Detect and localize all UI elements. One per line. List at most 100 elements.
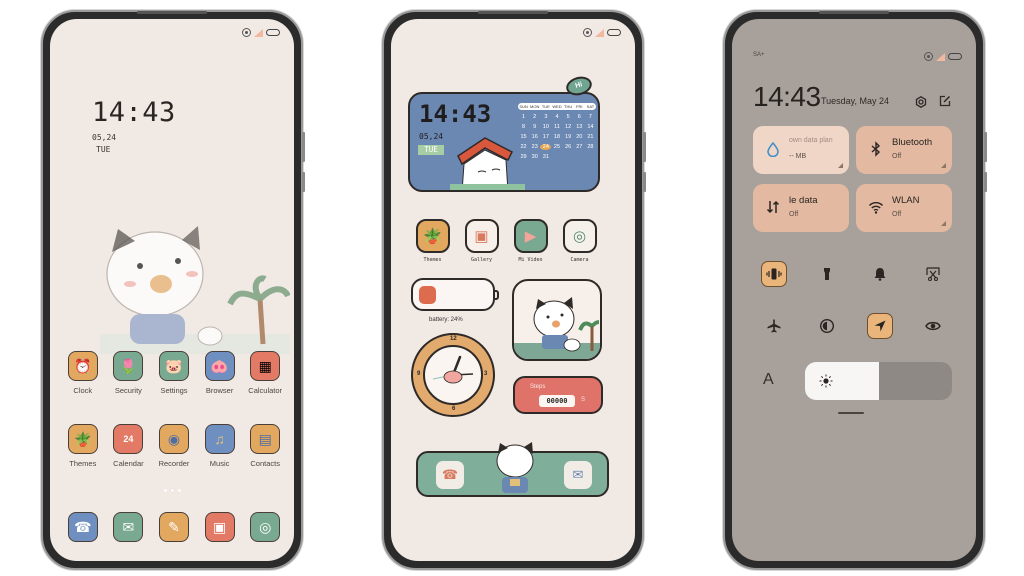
dock-notes[interactable]: ✎ — [151, 512, 197, 542]
page-dot-active[interactable] — [170, 489, 174, 492]
calendar-weekday: SAT — [586, 104, 595, 109]
tile-bluetooth[interactable]: Bluetooth Off — [856, 126, 952, 174]
browser-pig-icon: 🐽 — [204, 351, 235, 381]
mobile-data-icon — [766, 200, 780, 214]
app-themes[interactable]: 🪴 Themes — [408, 219, 457, 263]
widget-day: TUE — [418, 145, 444, 155]
page-dot[interactable] — [163, 489, 167, 492]
app-calculator[interactable]: ▦ Calculator — [242, 351, 288, 395]
toggle-screenshot[interactable] — [920, 261, 946, 287]
app-browser[interactable]: 🐽 Browser — [197, 351, 243, 395]
calendar-day[interactable]: 21 — [585, 134, 596, 140]
dock-camera[interactable]: ◎ — [242, 512, 288, 542]
home-screen: 14:43 05,24 TUE ⏰ Clock 🌷 Security 🐷 Set… — [50, 19, 294, 561]
camera-icon: ◎ — [250, 512, 281, 542]
calendar-day[interactable]: 27 — [574, 144, 585, 150]
plant-pot-icon: 🪴 — [67, 424, 98, 454]
app-recorder[interactable]: ◉ Recorder — [151, 424, 197, 468]
steps-widget[interactable]: Steps 00000 S — [513, 376, 603, 414]
app-mi-video[interactable]: ▶ Mi Video — [506, 219, 555, 263]
dock-messages[interactable]: ✉ — [106, 512, 152, 542]
clock-hands — [432, 355, 474, 384]
app-contacts[interactable]: ▤ Contacts — [242, 424, 288, 468]
calendar-day[interactable]: 25 — [551, 144, 562, 150]
status-bar — [242, 28, 280, 37]
toggle-vibrate[interactable] — [761, 261, 787, 287]
screenshot-icon — [926, 267, 940, 281]
calendar-day[interactable]: 7 — [585, 114, 596, 120]
dock-gallery[interactable]: ▣ — [197, 512, 243, 542]
calendar-day[interactable]: 1 — [518, 114, 529, 120]
battery-terminal — [495, 290, 499, 300]
settings-gear-icon[interactable] — [915, 96, 927, 108]
clock-calendar-widget[interactable]: 14:43 05,24 TUE SUN MON TUE WED THU FRI SAT 12… — [408, 92, 600, 192]
app-music[interactable]: ♫ Music — [197, 424, 243, 468]
app-calendar[interactable]: 24 Calendar — [106, 424, 152, 468]
battery-icon — [948, 53, 962, 60]
calendar-day[interactable]: 14 — [585, 124, 596, 130]
app-clock[interactable]: ⏰ Clock — [60, 351, 106, 395]
toggle-location[interactable] — [867, 313, 893, 339]
app-label: Calendar — [113, 459, 144, 468]
app-themes[interactable]: 🪴 Themes — [60, 424, 106, 468]
calendar-day[interactable]: 17 — [540, 134, 551, 140]
analog-clock-widget[interactable]: 12 3 6 9 — [411, 333, 495, 417]
calendar-day[interactable]: 18 — [551, 134, 562, 140]
dock: ☎ ✉ ✎ ▣ ◎ — [60, 512, 288, 542]
app-camera[interactable]: ◎ Camera — [555, 219, 604, 263]
calendar-day[interactable]: 15 — [518, 134, 529, 140]
earpiece — [819, 11, 889, 14]
calendar-day[interactable]: 28 — [585, 144, 596, 150]
toggle-ringer[interactable] — [867, 261, 893, 287]
airplane-icon — [767, 319, 781, 333]
page-dot[interactable] — [177, 489, 181, 492]
toggle-flashlight[interactable] — [814, 261, 840, 287]
app-security[interactable]: 🌷 Security — [106, 351, 152, 395]
dock-phone[interactable]: ☎ — [60, 512, 106, 542]
calendar-weekdays: SUN MON TUE WED THU FRI SAT — [518, 103, 596, 110]
calendar-day[interactable]: 3 — [540, 114, 551, 120]
calendar-day[interactable]: 11 — [551, 124, 562, 130]
toggle-eye-comfort[interactable] — [920, 313, 946, 339]
calendar-day[interactable]: 5 — [563, 114, 574, 120]
calendar-day[interactable]: 23 — [529, 144, 540, 150]
toggle-dark-mode[interactable] — [814, 313, 840, 339]
gallery-icon: ▣ — [464, 219, 499, 253]
tile-subtitle: Off — [789, 211, 799, 218]
calendar-day[interactable]: 16 — [529, 134, 540, 140]
calendar-day[interactable]: 8 — [518, 124, 529, 130]
app-settings[interactable]: 🐷 Settings — [151, 351, 197, 395]
phone-card-icon[interactable]: ☎ — [436, 461, 464, 489]
message-bubble-icon[interactable]: ✉ — [564, 461, 592, 489]
drag-handle[interactable] — [838, 412, 864, 414]
phone-widget-screen: 14:43 05,24 TUE SUN MON TUE WED THU FRI SAT 12… — [382, 10, 646, 570]
tile-wlan[interactable]: WLAN Off — [856, 184, 952, 232]
cat-dock-illustration — [496, 442, 534, 493]
calendar-day[interactable]: 2 — [529, 114, 540, 120]
font-size-button[interactable]: A — [763, 371, 774, 389]
calendar-day[interactable]: 12 — [563, 124, 574, 130]
tile-title: le data — [789, 195, 818, 206]
calendar-day[interactable]: 19 — [563, 134, 574, 140]
app-gallery[interactable]: ▣ Gallery — [457, 219, 506, 263]
tile-data-plan[interactable]: own data plan -- MB — [753, 126, 849, 174]
calendar-day[interactable]: 29 — [518, 154, 529, 160]
calendar-day[interactable]: 20 — [574, 134, 585, 140]
photo-widget[interactable] — [512, 279, 602, 361]
calendar-day[interactable]: 22 — [518, 144, 529, 150]
brightness-slider[interactable] — [805, 362, 952, 400]
calendar-day[interactable]: 4 — [551, 114, 562, 120]
calendar-day[interactable]: 26 — [563, 144, 574, 150]
tile-mobile-data[interactable]: le data Off — [753, 184, 849, 232]
calendar-day-today[interactable]: 24 — [540, 144, 552, 150]
edit-icon[interactable] — [939, 95, 951, 107]
battery-widget[interactable] — [411, 278, 499, 311]
calendar-day[interactable]: 31 — [540, 154, 551, 160]
calendar-day[interactable]: 30 — [529, 154, 540, 160]
calendar-day[interactable]: 10 — [540, 124, 551, 130]
calendar-day[interactable]: 13 — [574, 124, 585, 130]
calendar-day[interactable]: 6 — [574, 114, 585, 120]
calendar-day[interactable]: 9 — [529, 124, 540, 130]
page-indicator[interactable] — [50, 489, 294, 492]
toggle-airplane[interactable] — [761, 313, 787, 339]
